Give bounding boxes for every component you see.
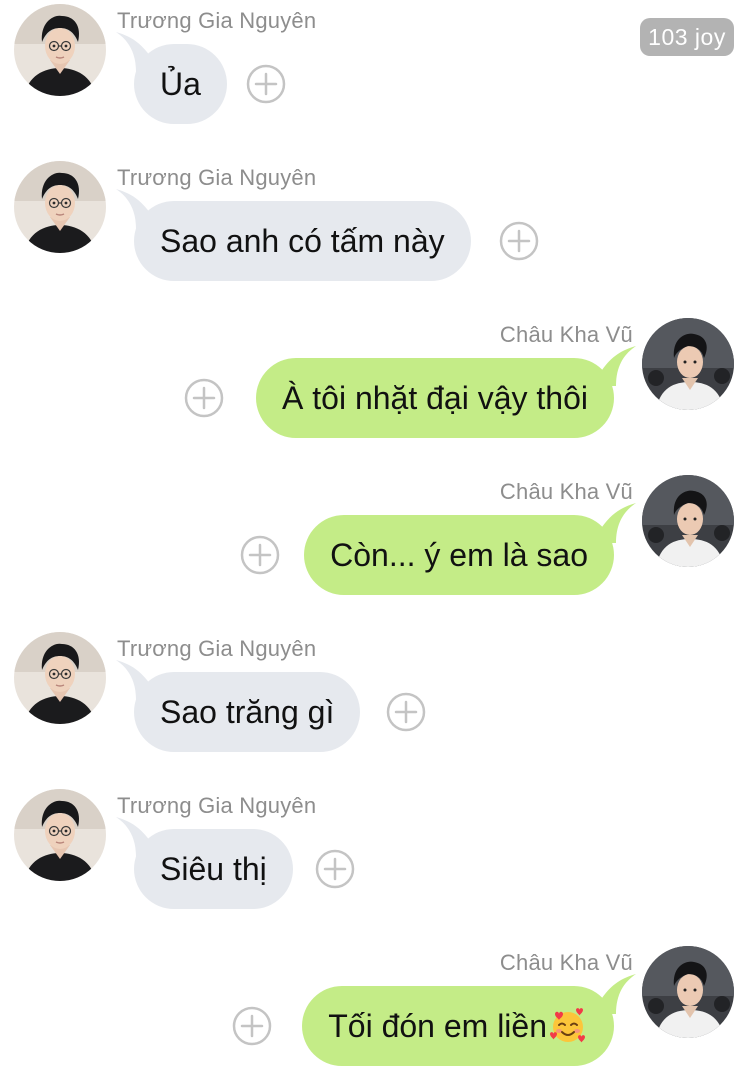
add-reaction-button[interactable] [315, 849, 355, 889]
message-bubble-container: Tối đón em liền [302, 974, 636, 1066]
sender-name: Trương Gia Nguyên [117, 636, 317, 661]
message-bubble[interactable]: Siêu thị [116, 817, 293, 909]
message-row: Trương Gia Nguyên Siêu thị [0, 789, 750, 929]
avatar[interactable] [14, 632, 106, 724]
add-reaction-button[interactable] [184, 378, 224, 418]
avatar[interactable] [642, 475, 734, 567]
plus-circle-icon [315, 849, 355, 889]
sender-name: Châu Kha Vũ [499, 479, 633, 504]
message-row: Châu Kha Vũ Còn... ý em là sao [0, 475, 750, 615]
plus-circle-icon [184, 378, 224, 418]
message-bubble[interactable]: Sao trăng gì [116, 660, 361, 752]
bubble-tail [116, 32, 150, 72]
message-row: Trương Gia Nguyên Sao anh có tấm này [0, 161, 750, 301]
message-text: Sao anh có tấm này [160, 223, 445, 259]
message-bubble-container: Siêu thị [116, 817, 293, 909]
avatar[interactable] [14, 789, 106, 881]
plus-circle-icon [499, 221, 539, 261]
bubble-tail [116, 660, 150, 700]
message-bubble[interactable]: Sao anh có tấm này [116, 189, 471, 281]
message-text: Ủa [160, 66, 201, 102]
smiling-face-with-hearts-icon [550, 1007, 585, 1043]
add-reaction-button[interactable] [246, 64, 286, 104]
sender-name: Trương Gia Nguyên [117, 793, 317, 818]
plus-circle-icon [232, 1006, 272, 1046]
add-reaction-button[interactable] [386, 692, 426, 732]
message-text: Còn... ý em là sao [330, 537, 588, 573]
message-row: Trương Gia Nguyên Sao trăng gì [0, 632, 750, 772]
sender-name: Châu Kha Vũ [499, 950, 633, 975]
message-text: Tối đón em liền [328, 1008, 547, 1044]
plus-circle-icon [240, 535, 280, 575]
message-text: À tôi nhặt đại vậy thôi [282, 380, 588, 416]
message-bubble-container: À tôi nhặt đại vậy thôi [256, 346, 636, 438]
message-bubble-container: Còn... ý em là sao [304, 503, 636, 595]
bubble-tail [602, 503, 636, 543]
message-row: Trương Gia Nguyên Ủa [0, 4, 750, 144]
message-bubble-container: Ủa [116, 32, 227, 124]
sender-name: Trương Gia Nguyên [117, 8, 317, 33]
message-text: Siêu thị [160, 851, 267, 887]
bubble-tail [602, 346, 636, 386]
add-reaction-button[interactable] [240, 535, 280, 575]
message-bubble[interactable]: À tôi nhặt đại vậy thôi [256, 346, 636, 438]
bubble-tail [116, 817, 150, 857]
plus-circle-icon [386, 692, 426, 732]
message-bubble[interactable]: Tối đón em liền [302, 974, 636, 1066]
sender-name: Trương Gia Nguyên [117, 165, 317, 190]
bubble-tail [602, 974, 636, 1014]
bubble-tail [116, 189, 150, 229]
message-row: Châu Kha Vũ À tôi nhặt đại vậy thôi [0, 318, 750, 458]
message-bubble-container: Sao anh có tấm này [116, 189, 471, 281]
sender-name: Châu Kha Vũ [499, 322, 633, 347]
message-row: Châu Kha Vũ Tối đón em liền [0, 946, 750, 1086]
avatar[interactable] [642, 946, 734, 1038]
plus-circle-icon [246, 64, 286, 104]
message-bubble[interactable]: Ủa [116, 32, 227, 124]
add-reaction-button[interactable] [499, 221, 539, 261]
message-text: Sao trăng gì [160, 694, 335, 730]
avatar[interactable] [642, 318, 734, 410]
avatar[interactable] [14, 161, 106, 253]
add-reaction-button[interactable] [232, 1006, 272, 1046]
message-bubble[interactable]: Còn... ý em là sao [304, 503, 636, 595]
avatar[interactable] [14, 4, 106, 96]
message-bubble-container: Sao trăng gì [116, 660, 361, 752]
